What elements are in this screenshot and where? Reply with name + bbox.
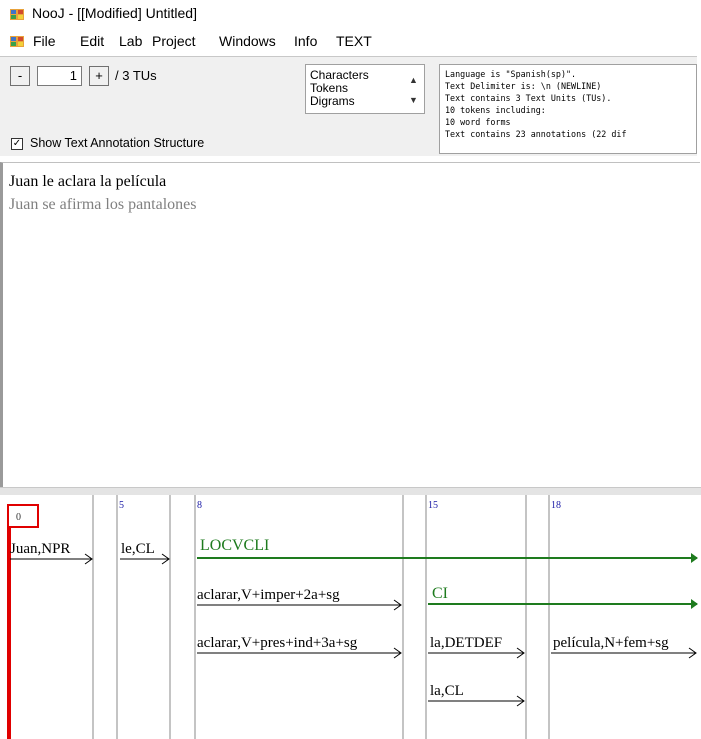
document-icon[interactable] (10, 36, 24, 47)
annotation-structure[interactable]: 0 5 8 15 18 Juan,NPR le,CL LOCVCLI aclar… (0, 495, 701, 739)
position-label: 18 (551, 500, 561, 511)
info-line: 10 tokens including: (445, 105, 546, 115)
show-annotation-label: Show Text Annotation Structure (30, 136, 205, 150)
scroll-down-icon[interactable]: ▼ (409, 95, 418, 105)
menu-project[interactable]: Project (152, 33, 196, 49)
annotation-pelicula[interactable]: película,N+fem+sg (553, 635, 669, 651)
info-line: Text contains 3 Text Units (TUs). (445, 93, 612, 103)
window-title: NooJ - [[Modified] Untitled] (32, 5, 197, 21)
annotation-la-detdef[interactable]: la,DETDEF (430, 635, 502, 651)
show-annotation-checkbox[interactable]: ✓ (11, 138, 23, 150)
statistics-listbox[interactable]: Characters Tokens Digrams ▲ ▼ (305, 64, 425, 114)
text-area[interactable]: Juan le aclara la película Juan se afirm… (0, 162, 700, 495)
position-label: 5 (119, 500, 124, 511)
info-line: 10 word forms (445, 117, 511, 127)
annotation-ci[interactable]: CI (432, 585, 448, 602)
tu-total-label: / 3 TUs (115, 68, 157, 83)
menu-text[interactable]: TEXT (336, 33, 372, 49)
list-item[interactable]: Digrams (310, 95, 355, 108)
annotation-la-cl[interactable]: la,CL (430, 683, 464, 699)
previous-tu-button[interactable]: - (10, 66, 30, 86)
info-line: Text contains 23 annotations (22 dif (445, 129, 627, 139)
annotation-le[interactable]: le,CL (121, 541, 155, 557)
menu-windows[interactable]: Windows (219, 33, 276, 49)
tu-number-input[interactable]: 1 (37, 66, 82, 86)
scroll-up-icon[interactable]: ▲ (409, 75, 418, 85)
cursor-line (7, 528, 11, 739)
annotation-aclarar-imper[interactable]: aclarar,V+imper+2a+sg (197, 587, 340, 603)
text-unit-next: Juan se afirma los pantalones (9, 196, 197, 213)
info-line: Text Delimiter is: \n (NEWLINE) (445, 81, 602, 91)
annotation-aclarar-pres[interactable]: aclarar,V+pres+ind+3a+sg (197, 635, 358, 651)
position-label: 8 (197, 500, 202, 511)
text-info-panel: Language is "Spanish(sp)". Text Delimite… (439, 64, 697, 154)
nooj-app-icon (10, 9, 24, 20)
text-unit-current: Juan le aclara la película (9, 173, 167, 190)
position-label: 0 (16, 512, 21, 523)
next-tu-button[interactable]: + (89, 66, 109, 86)
info-line: Language is "Spanish(sp)". (445, 69, 577, 79)
annotation-locvcli[interactable]: LOCVCLI (200, 537, 269, 554)
menu-file[interactable]: File (33, 33, 56, 49)
annotation-juan[interactable]: Juan,NPR (10, 541, 70, 557)
menu-info[interactable]: Info (294, 33, 317, 49)
menu-lab[interactable]: Lab (119, 33, 142, 49)
menu-edit[interactable]: Edit (80, 33, 104, 49)
position-label: 15 (428, 500, 438, 511)
